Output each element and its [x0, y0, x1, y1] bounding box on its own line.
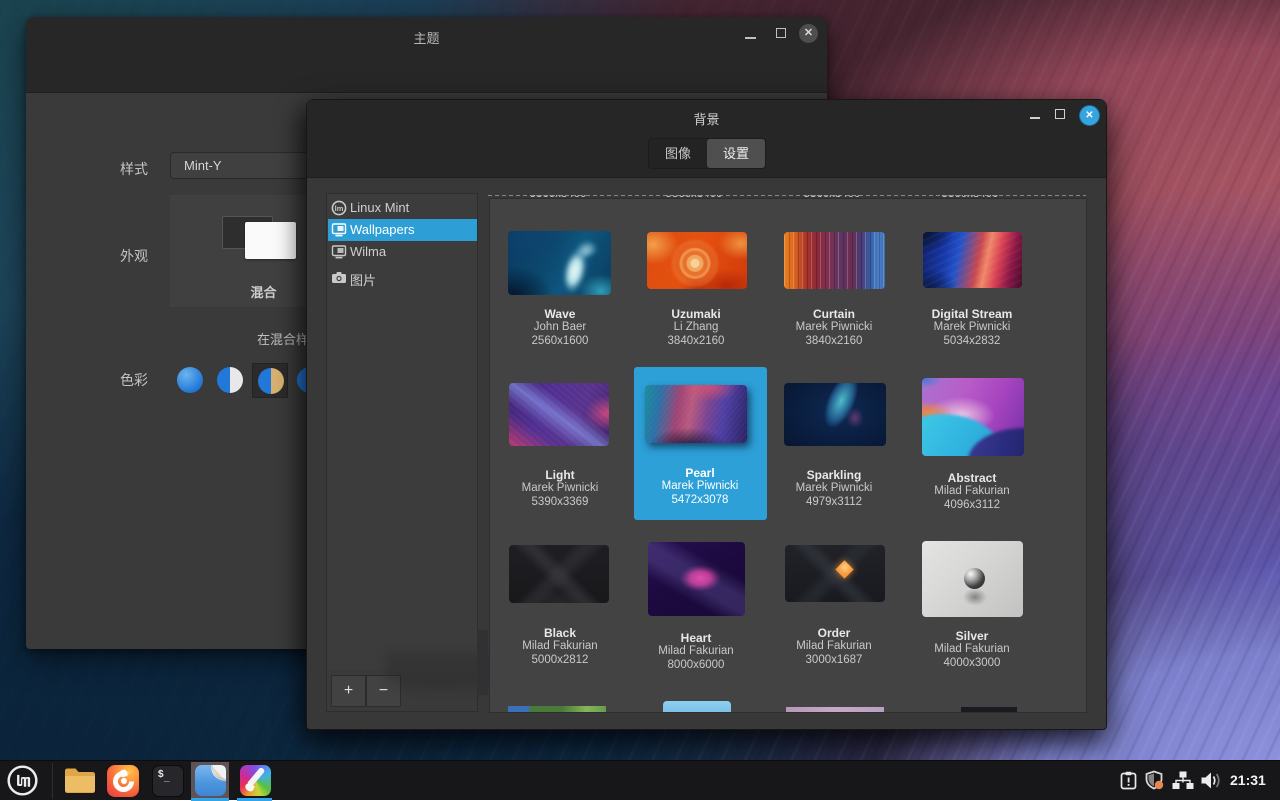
- svg-text:lm: lm: [335, 204, 344, 213]
